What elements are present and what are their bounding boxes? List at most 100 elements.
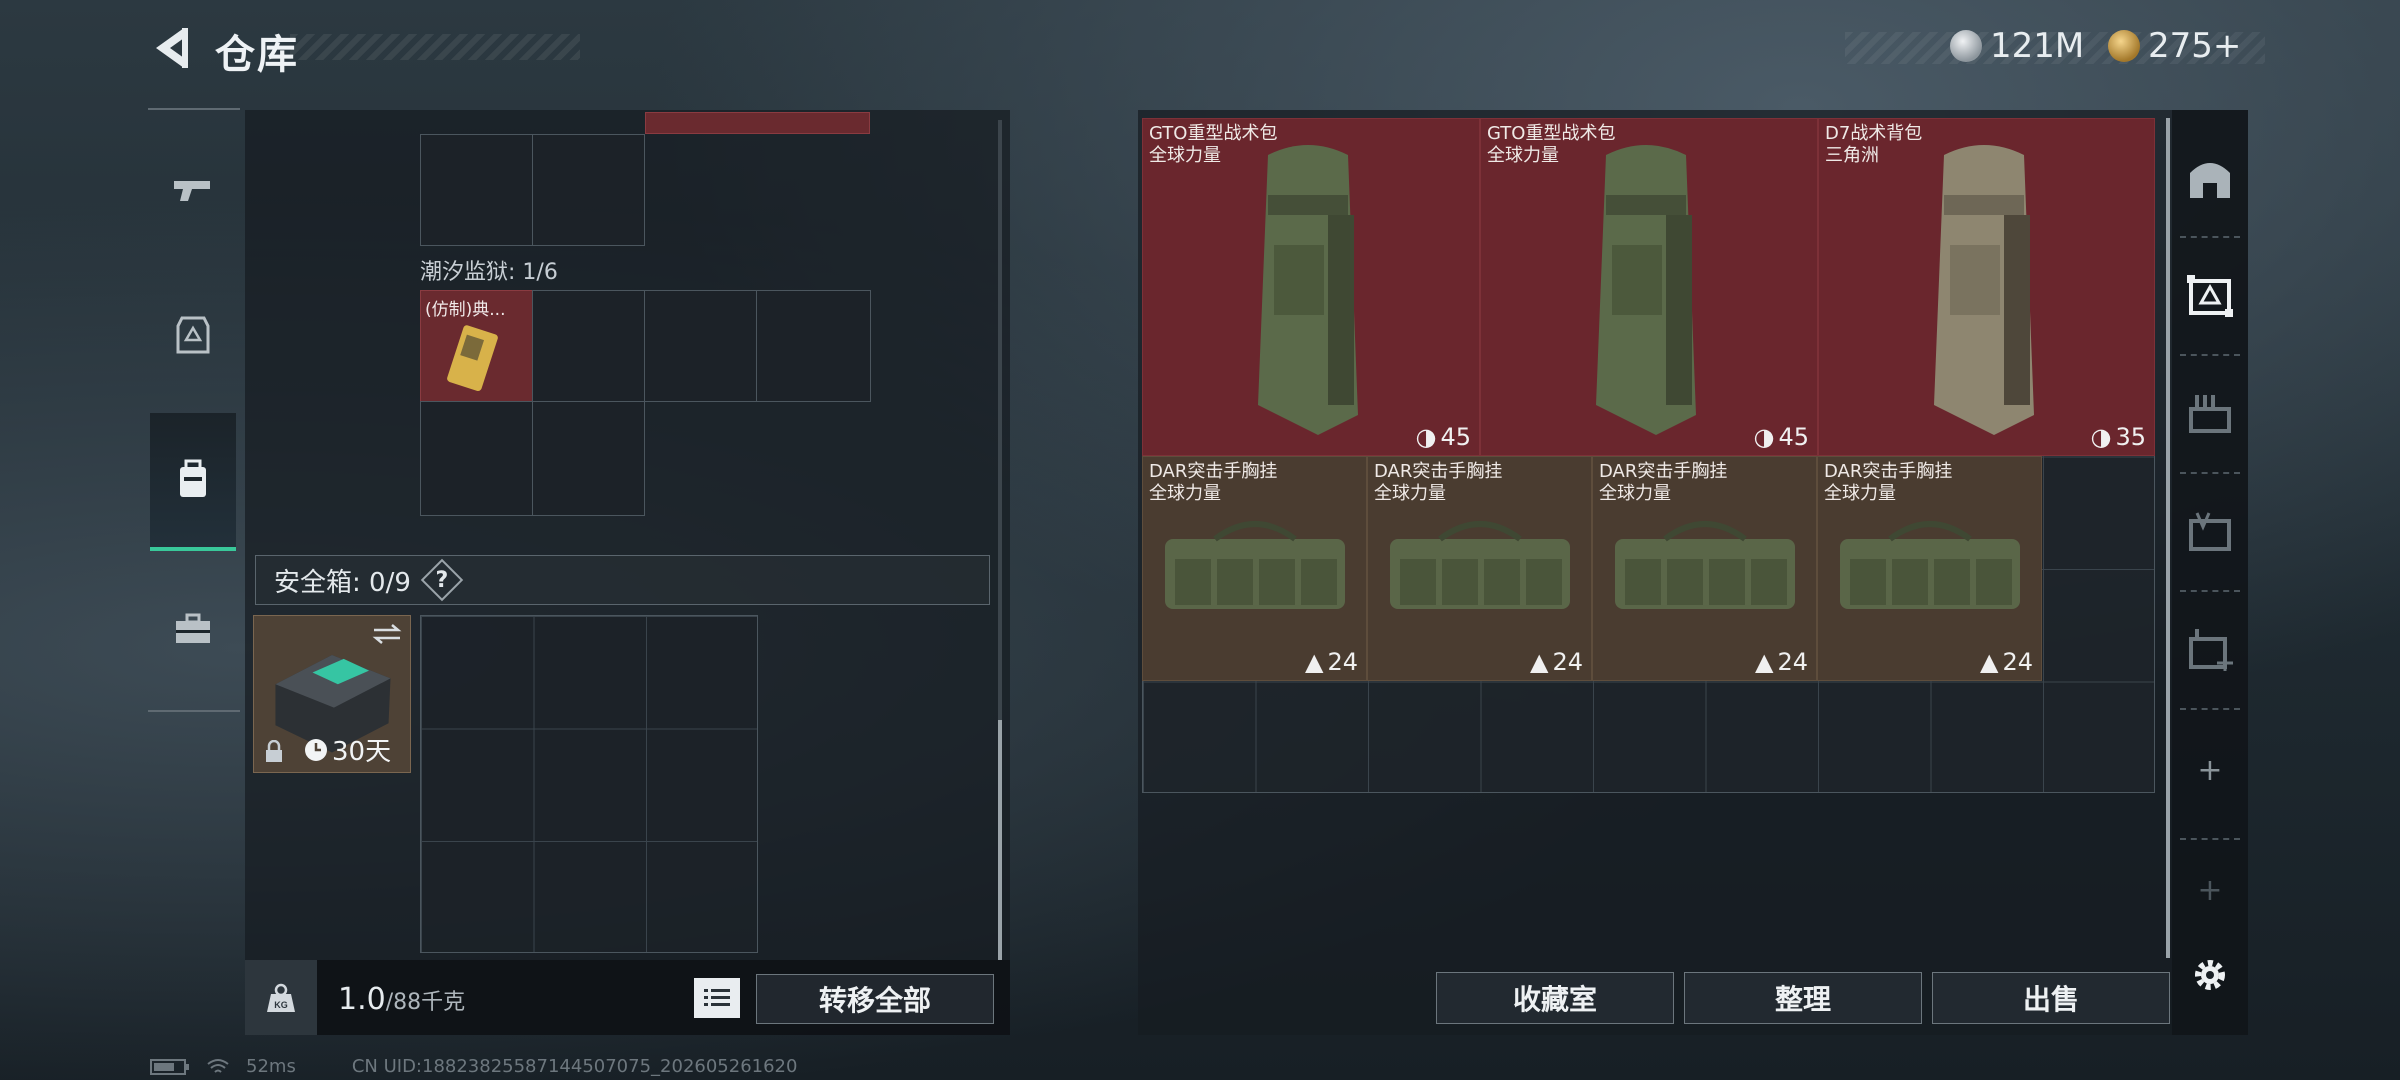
- tab-divider: [2180, 838, 2240, 840]
- partial-item-top[interactable]: [645, 112, 870, 134]
- gold-currency-value: 275+: [2148, 26, 2242, 66]
- stash-item-chest-rig[interactable]: DAR突击手胸挂 全球力量 ▲ 24: [1817, 456, 2042, 681]
- grid-cell[interactable]: [756, 290, 871, 402]
- grid-cell[interactable]: [644, 290, 757, 402]
- nav-bottom-divider: [148, 710, 240, 712]
- nav-armor[interactable]: [150, 280, 236, 390]
- tide-prison-label: 潮汐监狱: 1/6: [420, 260, 558, 285]
- capacity-badge: ◑ 45: [1754, 423, 1810, 451]
- vest-icon: ▲: [1754, 648, 1774, 676]
- item-brand: 三角洲: [1825, 145, 1879, 166]
- capacity-badge: ◑ 45: [1416, 423, 1472, 451]
- capacity-value: 24: [1777, 648, 1808, 676]
- helmet-icon: ◑: [2090, 423, 2112, 451]
- battery-icon: [150, 1058, 189, 1075]
- stash-item-chest-rig[interactable]: DAR突击手胸挂 全球力量 ▲ 24: [1367, 456, 1592, 681]
- armor-vest-icon: [176, 316, 210, 354]
- backpack-icon: [180, 459, 206, 497]
- item-name: DAR突击手胸挂: [1824, 461, 1953, 482]
- duration-badge: 30天: [304, 731, 391, 768]
- nav-weapons[interactable]: [150, 135, 236, 245]
- safebox-label: 安全箱: 0/9: [274, 567, 411, 598]
- stash-tab-medical[interactable]: [2172, 592, 2248, 707]
- add-tab-icon: +: [2197, 752, 2223, 788]
- capacity-value: 45: [1440, 423, 1471, 451]
- helmet-icon: ◑: [1753, 423, 1775, 451]
- grid-cell[interactable]: [420, 401, 533, 516]
- add-tab-button[interactable]: +: [2172, 720, 2248, 820]
- list-view-button[interactable]: [694, 978, 740, 1018]
- vest-icon: ▲: [1979, 648, 1999, 676]
- stash-item-backpack[interactable]: D7战术背包 三角洲 ◑ 35: [1818, 118, 2155, 456]
- title-stripe-decoration: [290, 34, 580, 60]
- swap-icon[interactable]: [372, 624, 402, 644]
- backpack-image: [1596, 145, 1696, 435]
- tide-item-card[interactable]: (仿制)典...: [420, 290, 533, 402]
- stash-tab-vest[interactable]: [2172, 474, 2248, 589]
- settings-gear-icon: [2195, 960, 2225, 990]
- item-name: DAR突击手胸挂: [1374, 461, 1503, 482]
- stash-item-chest-rig[interactable]: DAR突击手胸挂 全球力量 ▲ 24: [1142, 456, 1367, 681]
- grid-cell[interactable]: [532, 134, 645, 246]
- item-brand: 全球力量: [1487, 145, 1559, 166]
- back-button[interactable]: [150, 24, 194, 72]
- list-icon: [704, 989, 730, 1006]
- stash-scrollbar[interactable]: [2166, 118, 2170, 958]
- transfer-all-button[interactable]: 转移全部: [756, 974, 994, 1024]
- weight-icon-box: KG: [245, 960, 317, 1035]
- svg-text:KG: KG: [274, 1000, 288, 1010]
- pistol-icon: [174, 181, 210, 201]
- safebox-item[interactable]: 30天: [253, 615, 411, 773]
- stash-tab-icon: [2190, 162, 2230, 198]
- grid-cell[interactable]: [420, 134, 533, 246]
- item-name: DAR突击手胸挂: [1149, 461, 1278, 482]
- stash-tab-ammo[interactable]: [2172, 356, 2248, 471]
- status-bar: 52ms CN UID:18823825587144507075_2026052…: [150, 1056, 797, 1077]
- silver-currency[interactable]: 121M: [1950, 26, 2084, 66]
- item-brand: 全球力量: [1149, 483, 1221, 504]
- organize-button[interactable]: 整理: [1684, 972, 1922, 1024]
- item-name: D7战术背包: [1825, 123, 1923, 144]
- sell-button[interactable]: 出售: [1932, 972, 2170, 1024]
- item-brand: 全球力量: [1374, 483, 1446, 504]
- weight-max: /88千克: [385, 990, 466, 1015]
- kg-weight-icon: KG: [267, 983, 295, 1012]
- collection-room-button[interactable]: 收藏室: [1436, 972, 1674, 1024]
- stash-tab-main[interactable]: [2172, 120, 2248, 235]
- silver-coin-icon: [1950, 30, 1982, 62]
- helmet-icon: ◑: [1415, 423, 1437, 451]
- back-arrow-icon: [156, 28, 188, 68]
- chest-rig-image: [1165, 521, 1345, 609]
- capacity-value: 24: [1552, 648, 1583, 676]
- backpack-image: [1934, 145, 2034, 435]
- help-icon[interactable]: ?: [420, 558, 464, 602]
- stash-item-chest-rig[interactable]: DAR突击手胸挂 全球力量 ▲ 24: [1592, 456, 1817, 681]
- add-tab-button-disabled[interactable]: +: [2172, 850, 2248, 930]
- settings-button[interactable]: [2172, 930, 2248, 1020]
- capacity-badge: ▲ 24: [1980, 648, 2033, 676]
- medical-case-icon: [2189, 628, 2233, 671]
- nav-toolbox[interactable]: [150, 575, 236, 685]
- grid-cell[interactable]: [532, 401, 645, 516]
- capacity-value: 35: [2115, 423, 2146, 451]
- stash-item-backpack[interactable]: GTO重型战术包 全球力量 ◑ 45: [1480, 118, 1818, 456]
- chest-rig-image: [1840, 521, 2020, 609]
- nav-top-divider: [148, 108, 240, 110]
- tab-divider: [2180, 708, 2240, 710]
- capacity-value: 24: [2002, 648, 2033, 676]
- loadout-scroll-thumb[interactable]: [998, 720, 1002, 960]
- vest-case-icon: [2189, 511, 2231, 551]
- item-brand: 全球力量: [1599, 483, 1671, 504]
- chest-rig-image: [1390, 521, 1570, 609]
- gold-currency[interactable]: 275+: [2108, 26, 2241, 66]
- safebox-grid[interactable]: [420, 615, 758, 953]
- tactical-case-icon: [2187, 274, 2233, 317]
- nav-backpacks[interactable]: [150, 413, 236, 551]
- capacity-badge: ▲ 24: [1755, 648, 1808, 676]
- stash-tab-tactical[interactable]: [2172, 238, 2248, 353]
- capacity-badge: ▲ 24: [1305, 648, 1358, 676]
- tide-item-name: (仿制)典...: [425, 300, 506, 320]
- stash-item-backpack[interactable]: GTO重型战术包 全球力量 ◑ 45: [1142, 118, 1480, 456]
- uid-text: CN UID:18823825587144507075_202605261620: [351, 1056, 798, 1077]
- grid-cell[interactable]: [532, 290, 645, 402]
